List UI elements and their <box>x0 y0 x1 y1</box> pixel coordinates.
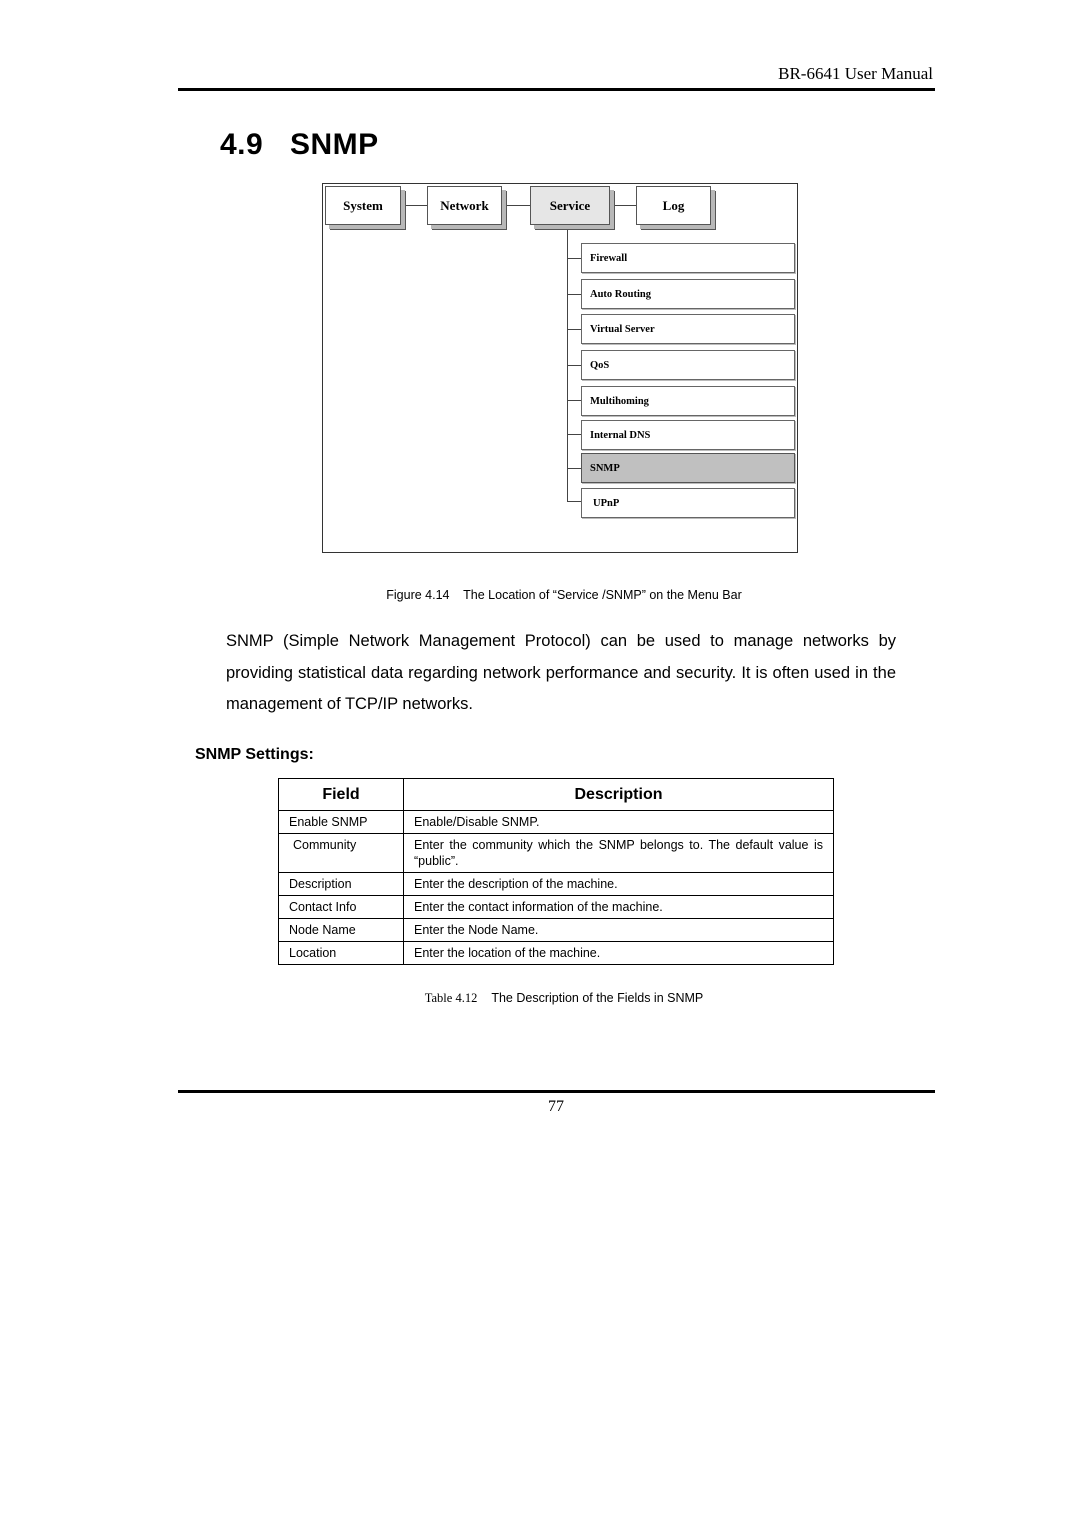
header-rule <box>178 88 935 91</box>
figure-caption: Figure 4.14 The Location of “Service /SN… <box>386 588 742 602</box>
submenu-item-internal-dns[interactable]: Internal DNS <box>581 420 795 450</box>
table-row: Node Name Enter the Node Name. <box>278 918 834 942</box>
submenu-branch <box>567 258 581 259</box>
intro-paragraph: SNMP (Simple Network Management Protocol… <box>226 632 896 713</box>
submenu-branch <box>567 365 581 366</box>
footer-rule <box>178 1090 935 1093</box>
field-description: Enable/Disable SNMP. <box>403 810 834 834</box>
field-description: Enter the location of the machine. <box>403 941 834 965</box>
table-header-row: Field Description <box>278 778 834 811</box>
section-number: 4.9 <box>220 128 264 161</box>
table-row: Contact Info Enter the contact informati… <box>278 895 834 919</box>
field-description: Enter the contact information of the mac… <box>403 895 834 919</box>
snmp-fields-table: Field Description Enable SNMP Enable/Dis… <box>278 778 834 965</box>
tab-connector <box>613 205 637 206</box>
field-description: Enter the Node Name. <box>403 918 834 942</box>
manual-title: BR-6641 User Manual <box>778 64 933 83</box>
submenu-branch <box>567 329 581 330</box>
field-name: Location <box>278 941 404 965</box>
settings-subheading: SNMP Settings: <box>195 746 314 763</box>
table-row: Enable SNMP Enable/Disable SNMP. <box>278 810 834 834</box>
table-row: Description Enter the description of the… <box>278 872 834 896</box>
submenu-item-upnp[interactable]: UPnP <box>581 488 795 518</box>
submenu-branch <box>567 294 581 295</box>
table-caption: Table 4.12 The Description of the Fields … <box>0 991 1080 1006</box>
submenu-item-auto-routing[interactable]: Auto Routing <box>581 279 795 309</box>
tab-connector <box>505 205 531 206</box>
menu-tab-system[interactable]: System <box>325 186 401 225</box>
menu-tab-network[interactable]: Network <box>427 186 502 225</box>
section-title: 4.9 SNMP <box>220 128 379 162</box>
table-row: Location Enter the location of the machi… <box>278 941 834 965</box>
table-caption-label: Table 4.12 <box>424 991 478 1005</box>
page-number: 77 <box>548 1098 564 1115</box>
submenu-item-multihoming[interactable]: Multihoming <box>581 386 795 416</box>
column-header-description: Description <box>403 778 834 811</box>
field-name: Description <box>278 872 404 896</box>
field-name: Community <box>278 833 404 873</box>
submenu-item-qos[interactable]: QoS <box>581 350 795 380</box>
submenu-branch <box>567 400 581 401</box>
field-description: Enter the description of the machine. <box>403 872 834 896</box>
menu-tab-service[interactable]: Service <box>530 186 610 225</box>
submenu-item-virtual-server[interactable]: Virtual Server <box>581 314 795 344</box>
section-name: SNMP <box>290 128 379 161</box>
submenu-branch <box>567 501 581 502</box>
column-header-field: Field <box>278 778 404 811</box>
table-row: Community Enter the community which the … <box>278 833 834 873</box>
submenu-item-snmp[interactable]: SNMP <box>581 453 795 483</box>
tab-connector <box>404 205 428 206</box>
field-name: Node Name <box>278 918 404 942</box>
submenu-branch <box>567 468 581 469</box>
field-description: Enter the community which the SNMP belon… <box>403 833 834 873</box>
submenu-branch <box>567 434 581 435</box>
table-caption-text: The Description of the Fields in SNMP <box>491 991 704 1005</box>
submenu-item-firewall[interactable]: Firewall <box>581 243 795 273</box>
field-name: Contact Info <box>278 895 404 919</box>
field-name: Enable SNMP <box>278 810 404 834</box>
menu-tab-log[interactable]: Log <box>636 186 711 225</box>
submenu-tree-line <box>567 230 568 502</box>
